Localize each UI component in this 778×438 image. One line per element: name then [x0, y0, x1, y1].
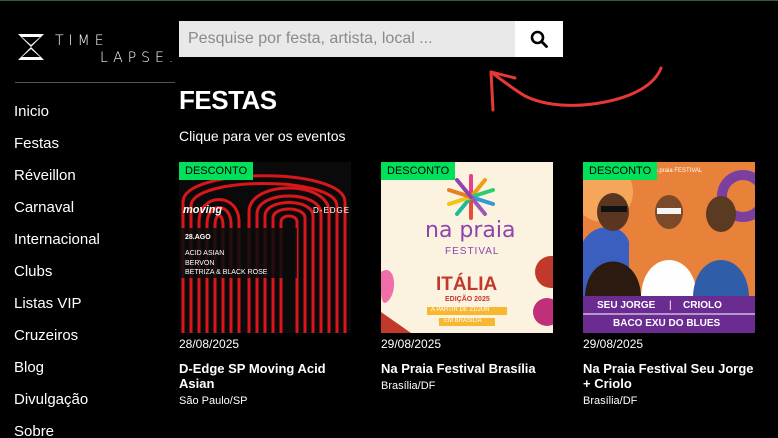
event-card-napraia-seujorge[interactable]: DESCONTO na praia FESTIVAL SEU JORGE | C…	[583, 162, 755, 407]
sidebar-item-reveillon[interactable]: Réveillon	[14, 164, 100, 196]
event-card-dedge[interactable]: DESCONTO moving D-EDGE 28.AGO ACID ASIAN…	[179, 162, 351, 407]
poster-lineup-2: BERVON	[185, 260, 215, 267]
search-bar	[179, 21, 563, 57]
poster-sub: FESTIVAL	[445, 246, 500, 257]
sidebar-item-sobre[interactable]: Sobre	[14, 420, 100, 438]
event-date: 29/08/2025	[583, 337, 644, 351]
poster-artist-2: CRIOLO	[683, 300, 722, 311]
poster-headline: BACO EXU DO BLUES	[613, 318, 721, 329]
event-title[interactable]: D-Edge SP Moving Acid Asian	[179, 361, 351, 391]
brand-logo[interactable]: TIME LAPSE.	[16, 30, 176, 70]
top-border	[0, 0, 778, 1]
search-input[interactable]	[179, 21, 515, 57]
poster-artist-1: SEU JORGE	[597, 300, 656, 311]
poster-brand: moving	[183, 204, 223, 216]
sidebar-nav: Inicio Festas Réveillon Carnaval Interna…	[14, 100, 100, 438]
sidebar-divider	[15, 82, 175, 83]
poster-date: 28.AGO	[185, 234, 211, 241]
event-title[interactable]: Na Praia Festival Seu Jorge + Criolo	[583, 361, 755, 391]
poster-place: EM BRASÍLIA	[444, 318, 482, 324]
brand-line1: TIME	[55, 33, 109, 49]
event-title[interactable]: Na Praia Festival Brasília	[381, 361, 553, 376]
event-location: São Paulo/SP	[179, 395, 248, 407]
sidebar-item-cruzeiros[interactable]: Cruzeiros	[14, 324, 100, 356]
sidebar-item-inicio[interactable]: Inicio	[14, 100, 100, 132]
event-date: 29/08/2025	[381, 337, 442, 351]
sidebar-item-divulgacao[interactable]: Divulgação	[14, 388, 100, 420]
red-arrow-annotation	[489, 66, 663, 112]
event-poster: DESCONTO na praia FESTIVAL ITÁLIA EDIÇÃO…	[381, 162, 553, 333]
poster-edition: EDIÇÃO 2025	[445, 296, 490, 303]
sidebar-item-internacional[interactable]: Internacional	[14, 228, 100, 260]
page-subtitle: Clique para ver os eventos	[179, 128, 346, 144]
poster-country: ITÁLIA	[436, 274, 498, 295]
sidebar-item-blog[interactable]: Blog	[14, 356, 100, 388]
event-date: 28/08/2025	[179, 337, 240, 351]
event-location: Brasília/DF	[583, 395, 638, 407]
discount-badge: DESCONTO	[583, 162, 658, 180]
poster-lineup-3: BETRIZA & BLACK ROSE	[185, 269, 268, 276]
sidebar-item-carnaval[interactable]: Carnaval	[14, 196, 100, 228]
poster-lineup-1: ACID ASIAN	[185, 250, 225, 257]
poster-note: A PARTIR DE 21/JUN	[431, 307, 490, 313]
poster-brand: na praia FESTIVAL	[651, 168, 703, 174]
sidebar-item-clubs[interactable]: Clubs	[14, 260, 100, 292]
poster-brand: na praia	[425, 218, 516, 243]
event-poster: DESCONTO moving D-EDGE 28.AGO ACID ASIAN…	[179, 162, 351, 333]
poster-arches-graphic	[179, 174, 347, 333]
sidebar-item-listas-vip[interactable]: Listas VIP	[14, 292, 100, 324]
page-title: FESTAS	[179, 85, 277, 115]
poster-artist-separator: |	[669, 300, 672, 311]
event-poster: DESCONTO na praia FESTIVAL SEU JORGE | C…	[583, 162, 755, 333]
search-button[interactable]	[515, 21, 563, 57]
event-location: Brasília/DF	[381, 380, 436, 392]
event-card-napraia-brasilia[interactable]: DESCONTO na praia FESTIVAL ITÁLIA EDIÇÃO…	[381, 162, 553, 392]
discount-badge: DESCONTO	[381, 162, 456, 180]
poster-venue: D-EDGE	[313, 206, 351, 215]
discount-badge: DESCONTO	[179, 162, 254, 180]
hourglass-logo-icon	[18, 34, 44, 60]
search-icon	[530, 30, 548, 48]
sidebar-item-festas[interactable]: Festas	[14, 132, 100, 164]
brand-line2: LAPSE.	[100, 50, 179, 66]
